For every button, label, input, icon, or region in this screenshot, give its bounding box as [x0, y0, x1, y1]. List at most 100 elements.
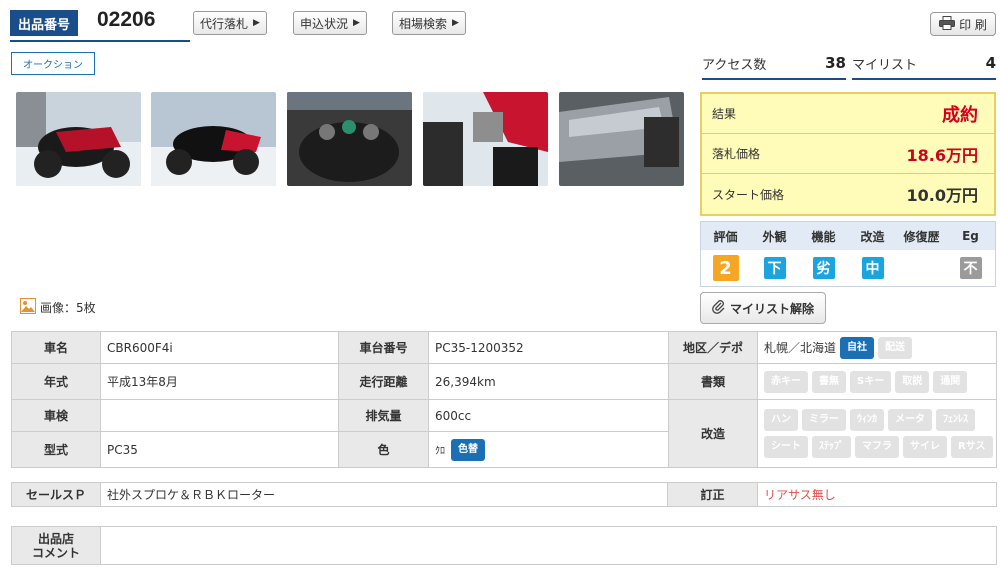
document-tag: 通関 [933, 370, 968, 393]
result-row: 結果 成約 [702, 94, 994, 134]
color-cell: ｸﾛ 色替 [428, 431, 669, 468]
mylist-count-value: 4 [985, 54, 996, 72]
access-count-value: 38 [825, 54, 846, 72]
table-row: 年式 平成13年8月 走行距離 26,394km 書類 赤キー 書無 Sキー 取説 通関 [11, 363, 997, 400]
access-count-label: アクセス数 [702, 57, 767, 73]
winning-price-value: 18.6万円 [906, 145, 978, 165]
image-icon [20, 298, 36, 317]
grade-rating-badge: 2 [712, 255, 739, 281]
print-button[interactable]: 印 刷 [930, 12, 996, 36]
documents-cell: 赤キー 書無 Sキー 取説 通関 [757, 363, 997, 400]
modification-tag: シート [764, 436, 808, 458]
grade-header-modification: 改造 [860, 229, 885, 244]
displacement-value: 600cc [428, 399, 669, 432]
modification-tag: ハン [764, 409, 798, 431]
frame-number-value: PC35-1200352 [428, 331, 669, 364]
printer-icon [939, 15, 956, 33]
delivery-tag: 配送 [878, 336, 913, 359]
auction-type-tag: オークション [11, 52, 95, 75]
vehicle-name-label: 車名 [11, 331, 101, 364]
inspection-value [100, 399, 339, 432]
remove-mylist-label: マイリスト解除 [729, 301, 814, 316]
proxy-bid-label: 代行落札 [200, 16, 249, 31]
vehicle-photo-4[interactable] [423, 92, 548, 186]
sales-point-label: セールスＰ [11, 482, 101, 507]
document-tag: 取説 [895, 370, 930, 393]
grade-panel: 評価 外観 機能 改造 修復歴 Eg 2 下 劣 中 不 [700, 221, 996, 287]
modification-cell: ハン ミラー ｳｨﾝｶ メータ ﾌｪﾝﾚｽ シート ｽﾃｯﾌﾟ マフラ サイレ Rサス [757, 399, 997, 468]
seller-comment-label: 出品店 コメント [11, 526, 101, 565]
color-label: 色 [338, 431, 429, 468]
modification-tag: サイレ [903, 436, 947, 458]
inspection-label: 車検 [11, 399, 101, 432]
proxy-bid-button[interactable]: 代行落札 ▶ [193, 11, 267, 35]
play-arrow-icon: ▶ [253, 18, 260, 28]
grade-engine-badge: 不 [959, 257, 982, 279]
remove-mylist-button[interactable]: マイリスト解除 [700, 292, 826, 324]
grade-exterior-badge: 下 [763, 257, 786, 279]
modification-tag: ｳｨﾝｶ [850, 409, 884, 431]
table-row: 車名 CBR600F4i 車台番号 PC35-1200352 地区／デポ 札幌／… [11, 331, 997, 364]
color-value: ｸﾛ [435, 446, 445, 457]
access-count: アクセス数 38 [702, 48, 846, 80]
modification-tag: マフラ [855, 436, 899, 458]
vehicle-photo-1[interactable] [16, 92, 141, 186]
winning-price-label: 落札価格 [712, 147, 761, 161]
modification-tag: ﾌｪﾝﾚｽ [936, 409, 975, 431]
application-status-button[interactable]: 申込状況 ▶ [293, 11, 367, 35]
mileage-label: 走行距離 [338, 363, 429, 400]
result-label: 結果 [712, 107, 737, 121]
documents-label: 書類 [668, 363, 758, 400]
mylist-count: マイリスト 4 [852, 48, 996, 80]
grade-repair-history-empty [897, 250, 946, 286]
modification-tag: Rサス [951, 436, 993, 458]
area-value: 札幌／北海道 [764, 341, 837, 355]
header-underline [10, 40, 190, 42]
image-count-label: 画像：5枚 [40, 301, 96, 315]
winning-price-row: 落札価格 18.6万円 [702, 134, 994, 174]
color-change-tag: 色替 [451, 438, 485, 461]
lot-number-label: 出品番号 [10, 10, 78, 36]
paperclip-icon [712, 299, 726, 317]
modification-tag: ミラー [802, 409, 846, 431]
market-search-label: 相場検索 [399, 16, 448, 31]
document-tag: 赤キー [764, 370, 808, 393]
start-price-label: スタート価格 [712, 187, 785, 202]
start-price-value: 10.0万円 [906, 186, 978, 205]
grade-header-repair-history: 修復歴 [903, 229, 940, 244]
auction-result-box: 結果 成約 落札価格 18.6万円 スタート価格 10.0万円 [700, 92, 996, 216]
model-code-label: 型式 [11, 431, 101, 468]
application-status-label: 申込状況 [300, 16, 349, 31]
start-price-row: スタート価格 10.0万円 [702, 174, 994, 214]
grade-modification-badge: 中 [861, 257, 884, 279]
table-row: セールスＰ 社外スプロケ＆ＲＢＫローター 訂正 リアサス無し [11, 482, 997, 507]
play-arrow-icon: ▶ [452, 18, 459, 28]
area-label: 地区／デポ [668, 331, 758, 364]
grade-header-function: 機能 [811, 229, 836, 244]
vehicle-photo-2[interactable] [151, 92, 276, 186]
market-search-button[interactable]: 相場検索 ▶ [392, 11, 466, 35]
document-tag: Sキー [850, 370, 892, 393]
seller-comment-value [100, 526, 997, 565]
own-company-tag: 自社 [840, 336, 875, 359]
image-count: 画像：5枚 [20, 298, 96, 317]
modification-tag: ｽﾃｯﾌﾟ [812, 436, 851, 458]
grade-function-badge: 劣 [812, 257, 835, 279]
mylist-count-label: マイリスト [852, 57, 918, 73]
document-tag: 書無 [812, 370, 846, 393]
modification-tag: メータ [888, 409, 932, 431]
sales-point-value: 社外スプロケ＆ＲＢＫローター [100, 482, 668, 507]
area-cell: 札幌／北海道 自社 配送 [757, 331, 997, 364]
model-code-value: PC35 [100, 431, 339, 468]
seller-comment-label-line1: 出品店 [37, 531, 74, 546]
grade-header-exterior: 外観 [762, 229, 787, 244]
vehicle-photo-3[interactable] [287, 92, 412, 186]
seller-comment-table: 出品店 コメント [11, 526, 997, 565]
vehicle-photo-5[interactable] [559, 92, 684, 186]
grade-header-rating: 評価 [713, 229, 738, 244]
displacement-label: 排気量 [338, 399, 429, 432]
year-value: 平成13年8月 [100, 363, 339, 400]
seller-comment-label-line2: コメント [31, 545, 80, 560]
modification-label: 改造 [668, 399, 758, 468]
table-row: 車検 排気量 600cc 改造 ハン ミラー ｳｨﾝｶ メータ ﾌｪﾝﾚｽ シート ｽﾃｯ… [11, 399, 997, 468]
